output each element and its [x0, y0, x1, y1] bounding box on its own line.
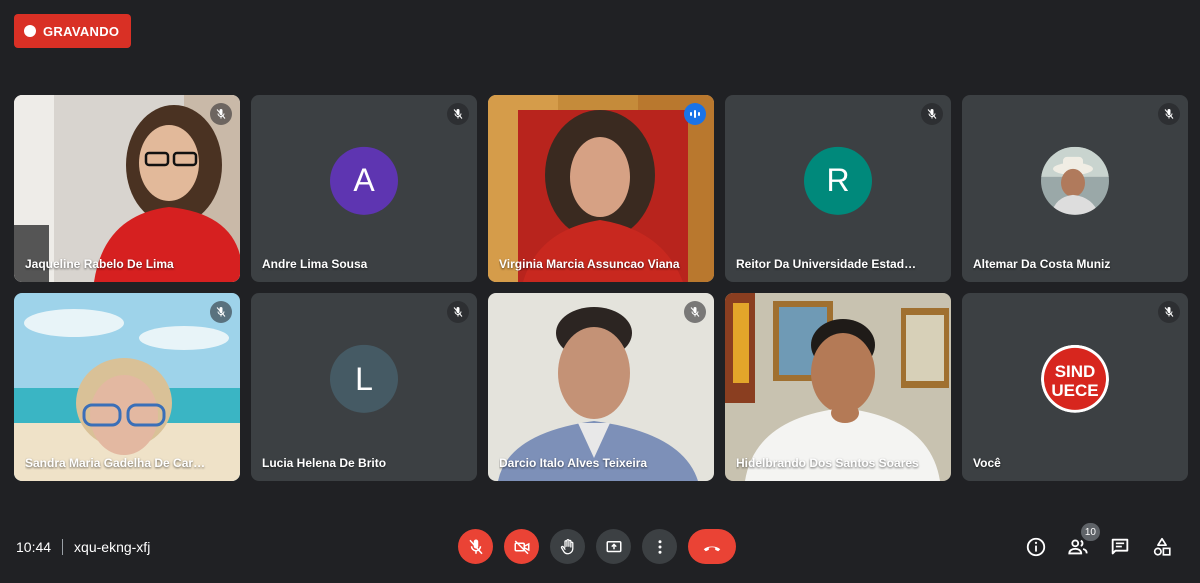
meeting-time: 10:44	[16, 539, 52, 555]
participants-grid: Jaqueline Rabelo De Lima A Andre Lima So…	[14, 95, 1189, 481]
participant-video	[488, 95, 714, 282]
participant-name: Sandra Maria Gadelha De Carval...	[25, 456, 210, 470]
mic-off-icon	[684, 301, 706, 323]
logo-text-uece: UECE	[1051, 381, 1098, 400]
participant-name: Reitor Da Universidade Estadual ...	[736, 257, 921, 271]
more-options-button[interactable]	[642, 529, 677, 564]
mic-off-icon	[447, 103, 469, 125]
avatar: A	[330, 146, 398, 215]
people-count-badge: 10	[1080, 523, 1100, 541]
avatar: R	[804, 146, 872, 215]
participant-tile[interactable]: Jaqueline Rabelo De Lima	[14, 95, 240, 282]
participant-tile[interactable]: Hidelbrando Dos Santos Soares	[725, 293, 951, 481]
participant-name: Virginia Marcia Assuncao Viana	[499, 257, 680, 271]
mic-off-icon	[1158, 301, 1180, 323]
mic-off-icon	[921, 103, 943, 125]
participant-name: Você	[973, 456, 1001, 470]
call-controls	[458, 529, 736, 564]
activities-button[interactable]	[1150, 535, 1174, 559]
meeting-info: 10:44 xqu-ekng-xfj	[16, 539, 150, 555]
camera-off-icon	[514, 539, 529, 554]
mic-off-icon	[1158, 103, 1180, 125]
separator	[62, 539, 64, 555]
leave-call-button[interactable]	[688, 529, 736, 564]
meeting-details-button[interactable]	[1024, 535, 1048, 559]
logo-text-sind: SIND	[1055, 362, 1096, 381]
hang-up-icon	[703, 546, 721, 551]
meeting-code[interactable]: xqu-ekng-xfj	[74, 539, 150, 555]
side-panel-buttons: 10	[1024, 523, 1174, 559]
toggle-mic-button[interactable]	[458, 529, 493, 564]
speaking-indicator-icon	[684, 103, 706, 125]
recording-dot-icon	[24, 25, 36, 37]
chat-button[interactable]	[1108, 535, 1132, 559]
participant-tile-self[interactable]: SIND UECE Você	[962, 293, 1188, 481]
toggle-camera-button[interactable]	[504, 529, 539, 564]
mic-off-icon	[210, 103, 232, 125]
participant-name: Hidelbrando Dos Santos Soares	[736, 456, 919, 470]
participant-video	[725, 293, 951, 481]
info-icon	[1026, 537, 1046, 557]
raise-hand-icon	[560, 538, 573, 554]
more-options-icon	[658, 539, 661, 554]
participant-video	[14, 293, 240, 481]
participant-tile[interactable]: Altemar Da Costa Muniz	[962, 95, 1188, 282]
mic-off-icon	[447, 301, 469, 323]
participant-tile[interactable]: R Reitor Da Universidade Estadual ...	[725, 95, 951, 282]
participant-name: Darcio Italo Alves Teixeira	[499, 456, 648, 470]
participant-name: Andre Lima Sousa	[262, 257, 368, 271]
activities-icon	[1153, 537, 1171, 556]
present-screen-icon	[606, 540, 621, 552]
participant-tile-speaking[interactable]: Virginia Marcia Assuncao Viana	[488, 95, 714, 282]
participant-name: Jaqueline Rabelo De Lima	[25, 257, 174, 271]
participant-video	[14, 95, 240, 282]
recording-badge: GRAVANDO	[14, 14, 132, 48]
bottom-toolbar: 10:44 xqu-ekng-xfj 10	[0, 520, 1200, 578]
present-screen-button[interactable]	[596, 529, 631, 564]
show-everyone-button[interactable]: 10	[1066, 523, 1100, 559]
raise-hand-button[interactable]	[550, 529, 585, 564]
avatar: L	[330, 344, 398, 413]
mic-off-icon	[210, 301, 232, 323]
sinduece-logo: SIND UECE	[1041, 344, 1109, 413]
recording-label: GRAVANDO	[43, 23, 120, 39]
participant-video	[488, 293, 714, 481]
mic-off-icon	[468, 539, 483, 554]
participant-tile[interactable]: A Andre Lima Sousa	[251, 95, 477, 282]
participant-tile[interactable]: Sandra Maria Gadelha De Carval...	[14, 293, 240, 481]
participant-tile[interactable]: L Lucia Helena De Brito	[251, 293, 477, 481]
participant-tile[interactable]: Darcio Italo Alves Teixeira	[488, 293, 714, 481]
avatar	[1041, 146, 1109, 215]
participant-name: Altemar Da Costa Muniz	[973, 257, 1111, 271]
participant-name: Lucia Helena De Brito	[262, 456, 387, 470]
chat-icon	[1111, 538, 1129, 555]
